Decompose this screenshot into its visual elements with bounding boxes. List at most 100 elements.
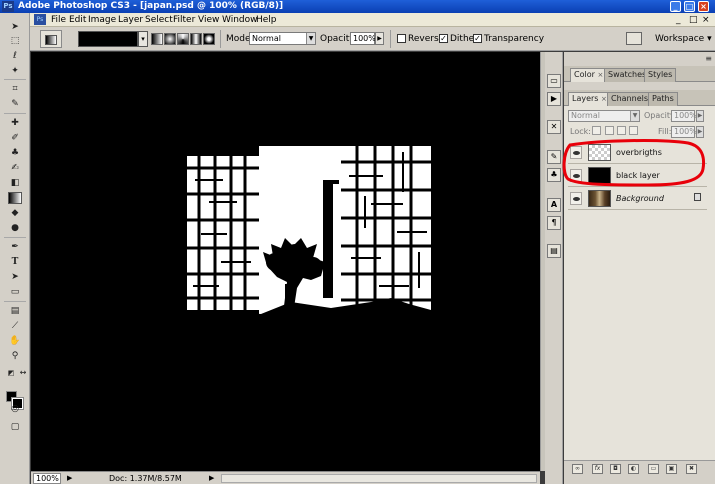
minimize-button[interactable]: _	[670, 1, 681, 12]
history-brush-tool-icon[interactable]: ✍	[8, 162, 22, 174]
layer-opacity-input[interactable]: 100%	[671, 110, 697, 122]
visibility-eye-icon[interactable]	[570, 146, 582, 159]
healing-brush-tool-icon[interactable]: ✚	[8, 117, 22, 129]
menu-select[interactable]: Select	[145, 14, 173, 26]
layer-mask-icon[interactable]: ◘	[610, 464, 621, 474]
brushes-panel-icon[interactable]: ✎	[547, 150, 561, 164]
radial-gradient-icon[interactable]	[164, 33, 176, 45]
menu-image[interactable]: Image	[88, 14, 116, 26]
quick-mask-icon[interactable]: ◎	[8, 403, 22, 415]
lock-position-icon[interactable]	[617, 126, 626, 135]
notes-tool-icon[interactable]: ▤	[8, 305, 22, 317]
hand-tool-icon[interactable]: ✋	[8, 335, 22, 347]
workspace-icon[interactable]	[626, 32, 642, 45]
shape-tool-icon[interactable]: ▭	[8, 286, 22, 298]
menu-window[interactable]: Window	[222, 14, 258, 26]
mode-select[interactable]: Normal ▼	[249, 32, 316, 45]
fill-slider-button[interactable]: ▶	[696, 126, 704, 138]
brush-tool-icon[interactable]: ✐	[8, 132, 22, 144]
gradient-tool-icon[interactable]	[8, 192, 22, 204]
tab-styles[interactable]: Styles	[644, 68, 677, 82]
panel-menu-icon[interactable]: ≡	[705, 54, 712, 63]
menu-filter[interactable]: Filter	[173, 14, 195, 26]
lock-transparency-icon[interactable]	[592, 126, 601, 135]
status-info-arrow[interactable]: ▶	[209, 474, 214, 483]
status-menu-icon[interactable]: ▶	[67, 474, 72, 483]
link-layers-icon[interactable]: ∞	[572, 464, 583, 474]
doc-restore-button[interactable]: □	[689, 14, 698, 26]
menu-file[interactable]: File	[51, 14, 66, 26]
workspace-menu[interactable]: Workspace ▾	[655, 33, 712, 45]
path-selection-tool-icon[interactable]: ➤	[8, 271, 22, 283]
layer-comps-icon[interactable]: ▤	[547, 244, 561, 258]
transparency-checkbox[interactable]: ✓	[473, 34, 482, 43]
marquee-tool-icon[interactable]: ⬚	[8, 35, 22, 47]
gradient-picker[interactable]	[78, 31, 138, 47]
delete-layer-icon[interactable]: ✖	[686, 464, 697, 474]
close-icon[interactable]: ×	[597, 71, 603, 79]
magic-wand-tool-icon[interactable]: ✦	[8, 65, 22, 77]
screen-mode-icon[interactable]: ▢	[8, 421, 22, 433]
new-layer-icon[interactable]: ▣	[666, 464, 677, 474]
dodge-tool-icon[interactable]: ●	[8, 222, 22, 234]
doc-minimize-button[interactable]: _	[676, 14, 681, 26]
character-panel-icon[interactable]: A	[547, 198, 561, 212]
tab-paths[interactable]: Paths	[648, 92, 678, 106]
new-group-icon[interactable]: ▭	[648, 464, 659, 474]
blend-mode-select[interactable]: Normal ▼	[568, 110, 640, 122]
type-tool-icon[interactable]: T	[8, 256, 22, 268]
zoom-tool-icon[interactable]: ⚲	[8, 350, 22, 362]
eraser-tool-icon[interactable]: ◧	[8, 177, 22, 189]
dither-checkbox[interactable]: ✓	[439, 34, 448, 43]
layer-row-black-layer[interactable]: black layer	[568, 165, 707, 187]
actions-panel-icon[interactable]: ▶	[547, 92, 561, 106]
angle-gradient-icon[interactable]	[177, 33, 189, 45]
doc-close-button[interactable]: ×	[702, 14, 710, 26]
linear-gradient-icon[interactable]	[151, 33, 163, 45]
menu-view[interactable]: View	[198, 14, 219, 26]
gradient-tool-preset-icon[interactable]	[40, 30, 62, 48]
clone-stamp-tool-icon[interactable]: ♣	[8, 147, 22, 159]
navigator-panel-icon[interactable]: ▭	[547, 74, 561, 88]
tab-color[interactable]: Color ×	[570, 68, 608, 82]
opacity-slider-button[interactable]: ▶	[375, 32, 384, 45]
lasso-tool-icon[interactable]: ℓ	[8, 50, 22, 62]
close-button[interactable]: ×	[698, 1, 709, 12]
gradient-picker-dropdown[interactable]: ▾	[138, 31, 148, 47]
menu-help[interactable]: Help	[256, 14, 277, 26]
tab-channels[interactable]: Channels	[607, 92, 653, 106]
document-size-info: Doc: 1.37M/8.57M	[109, 474, 182, 483]
tab-layers[interactable]: Layers ×	[568, 92, 611, 106]
layer-row-overbrigths[interactable]: overbrigths	[568, 142, 707, 164]
reverse-checkbox[interactable]	[397, 34, 406, 43]
horizontal-scrollbar[interactable]	[221, 474, 537, 483]
visibility-eye-icon[interactable]	[570, 169, 582, 182]
adjustment-layer-icon[interactable]: ◐	[628, 464, 639, 474]
slice-tool-icon[interactable]: ✎	[8, 98, 22, 110]
lock-image-icon[interactable]	[605, 126, 614, 135]
blur-tool-icon[interactable]: ◆	[8, 207, 22, 219]
menu-edit[interactable]: Edit	[69, 14, 86, 26]
fill-input[interactable]: 100%	[671, 126, 697, 138]
zoom-level-field[interactable]: 100%	[33, 473, 61, 484]
opacity-input[interactable]: 100%	[350, 32, 376, 45]
clone-source-icon[interactable]: ♣	[547, 168, 561, 182]
document-canvas[interactable]	[31, 52, 540, 471]
lock-all-icon[interactable]	[629, 126, 638, 135]
maximize-button[interactable]: □	[684, 1, 695, 12]
eyedropper-tool-icon[interactable]: ⟋	[8, 320, 22, 332]
tool-presets-icon[interactable]: ✕	[547, 120, 561, 134]
diamond-gradient-icon[interactable]	[203, 33, 215, 45]
pen-tool-icon[interactable]: ✒	[8, 241, 22, 253]
options-bar: ▾ Mode: Normal ▼ Opacity: 100% ▶ Reverse …	[30, 27, 715, 51]
swap-colors-icon[interactable]: ↔	[16, 367, 30, 379]
menu-layer[interactable]: Layer	[118, 14, 143, 26]
move-tool-icon[interactable]: ➤	[8, 21, 22, 33]
crop-tool-icon[interactable]: ⌗	[8, 83, 22, 95]
layer-opacity-slider-button[interactable]: ▶	[696, 110, 704, 122]
layer-style-icon[interactable]: fx	[592, 464, 603, 474]
layer-row-background[interactable]: Background	[568, 188, 707, 210]
reflected-gradient-icon[interactable]	[190, 33, 202, 45]
paragraph-panel-icon[interactable]: ¶	[547, 216, 561, 230]
visibility-eye-icon[interactable]	[570, 192, 582, 205]
